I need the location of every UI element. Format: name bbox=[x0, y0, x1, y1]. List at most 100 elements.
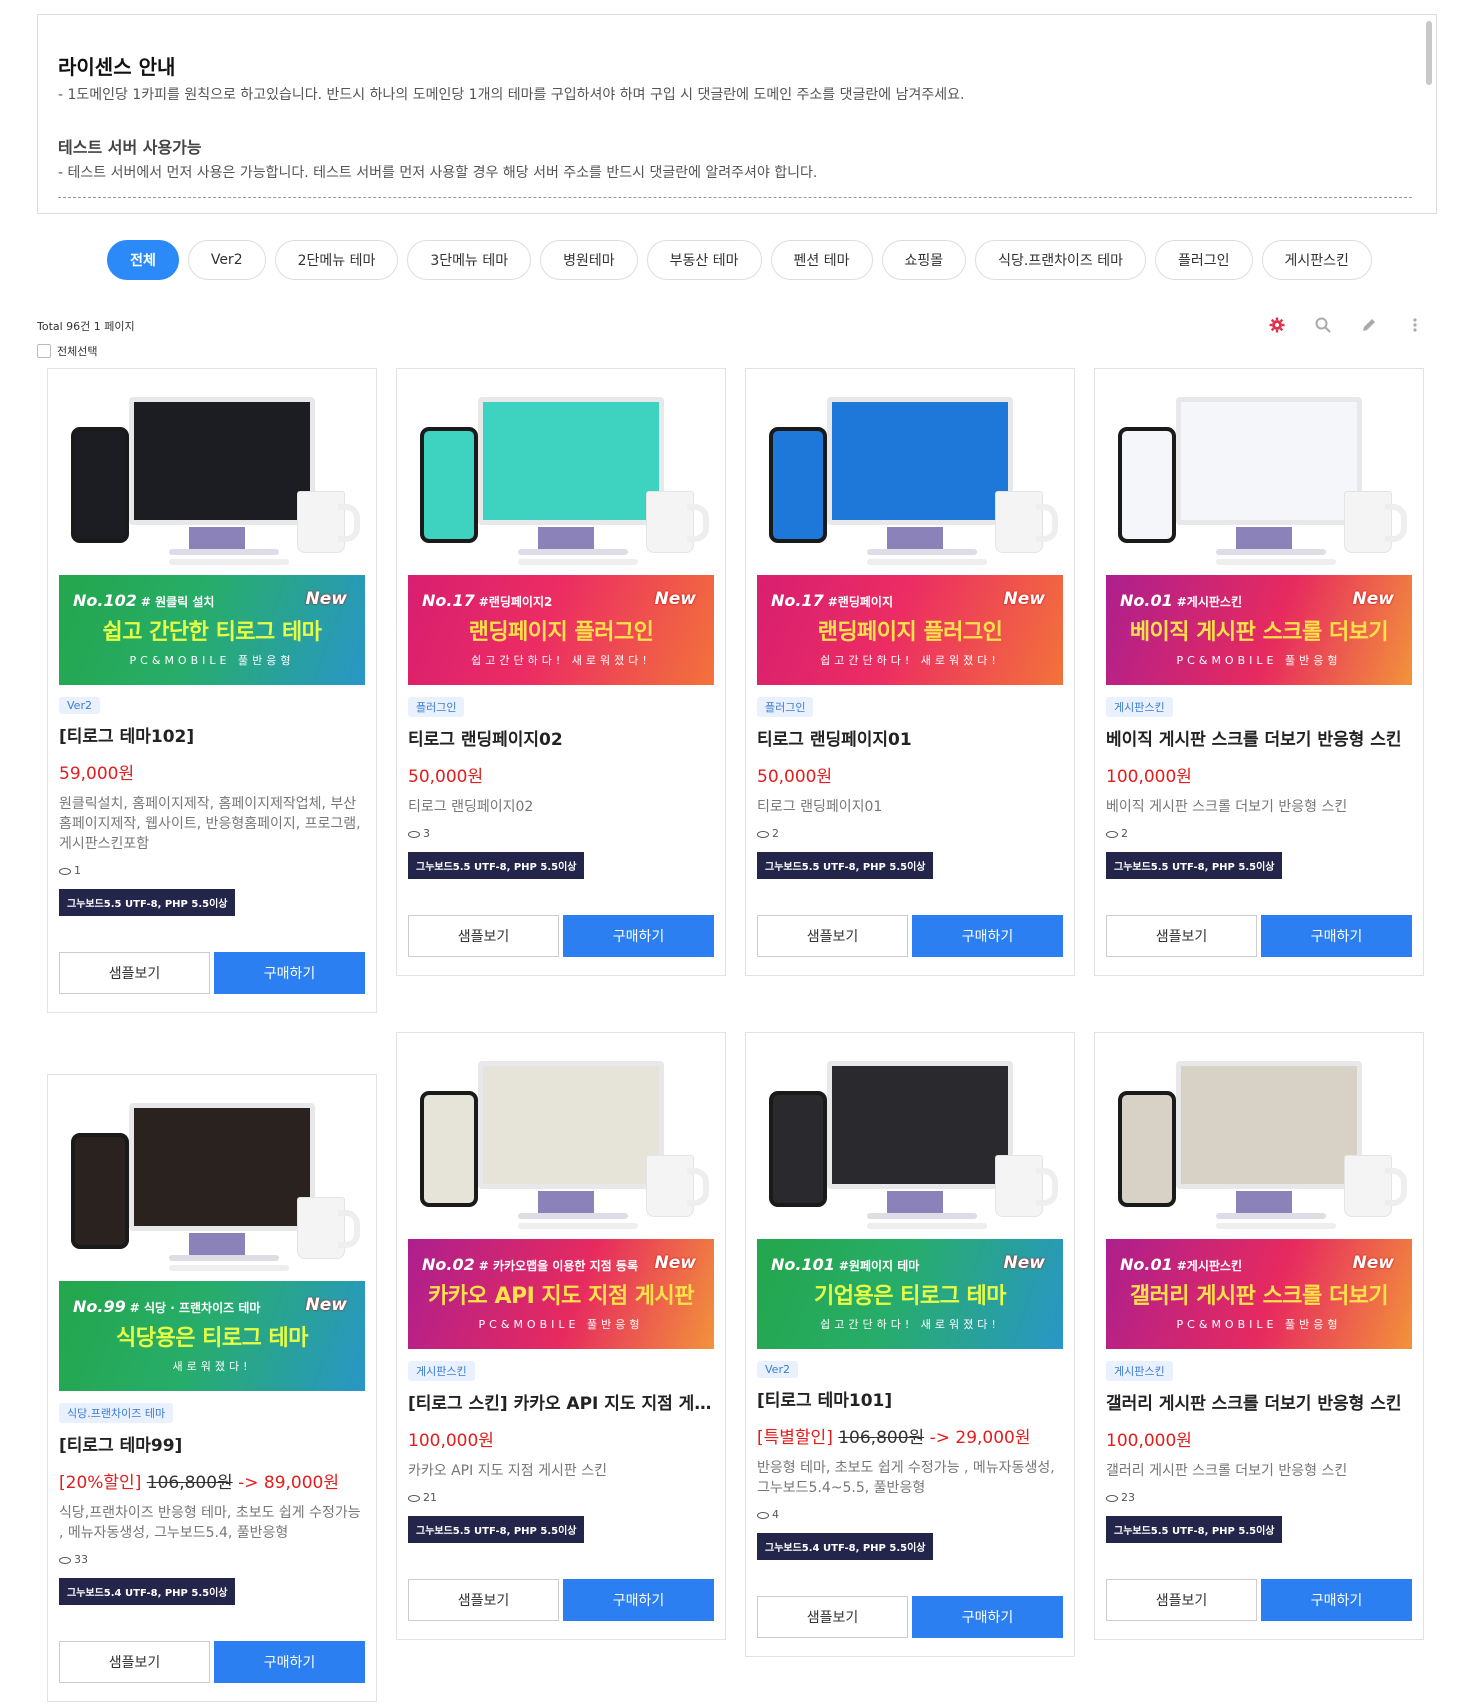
view-count: 2 bbox=[1106, 827, 1412, 840]
tab-restaurant[interactable]: 식당.프랜차이즈 테마 bbox=[975, 240, 1146, 280]
product-banner: No.101 #원페이지 테마 New 기업용은 티로그 테마 쉽고간단하다! 새… bbox=[757, 1239, 1063, 1349]
buy-button[interactable]: 구매하기 bbox=[912, 1596, 1063, 1638]
banner-subtitle: PC&MOBILE 풀반응형 bbox=[129, 654, 295, 667]
product-thumbnail[interactable]: No.01 #게시판스킨 New 갤러리 게시판 스크롤 더보기 PC&MOBIL… bbox=[1106, 1043, 1412, 1349]
monitor-screen bbox=[827, 397, 1013, 525]
buy-button[interactable]: 구매하기 bbox=[912, 915, 1063, 957]
sample-button[interactable]: 샘플보기 bbox=[1106, 915, 1257, 957]
product-thumbnail[interactable]: No.101 #원페이지 테마 New 기업용은 티로그 테마 쉽고간단하다! 새… bbox=[757, 1043, 1063, 1349]
test-server-text: - 테스트 서버에서 먼저 사용은 가능합니다. 테스트 서버를 먼저 사용할 … bbox=[58, 165, 818, 181]
product-title[interactable]: [티로그 테마102] bbox=[59, 722, 365, 747]
product-info: 플러그인 티로그 랜딩페이지02 50,000원 티로그 랜딩페이지02 3 그… bbox=[408, 685, 714, 975]
product-title[interactable]: 갤러리 게시판 스크롤 더보기 반응형 스킨 bbox=[1106, 1389, 1412, 1414]
banner-tag: # 카카오맵을 이용한 지점 등록 bbox=[478, 1259, 638, 1273]
product-title[interactable]: [티로그 스킨] 카카오 API 지도 지점 게시판 스킨 bbox=[408, 1389, 714, 1414]
sample-button[interactable]: 샘플보기 bbox=[1106, 1579, 1257, 1621]
product-title[interactable]: [티로그 테마101] bbox=[757, 1386, 1063, 1411]
sample-button[interactable]: 샘플보기 bbox=[757, 915, 908, 957]
sample-button[interactable]: 샘플보기 bbox=[59, 1641, 210, 1683]
card-actions: 샘플보기 구매하기 bbox=[59, 952, 365, 994]
product-thumbnail[interactable]: No.99 # 식당 · 프랜차이즈 테마 New 식당용은 티로그 테마 새로워… bbox=[59, 1085, 365, 1391]
device-mockup bbox=[408, 379, 714, 575]
product-thumbnail[interactable]: No.102 # 원클릭 설치 New 쉽고 간단한 티로그 테마 PC&MOBI… bbox=[59, 379, 365, 685]
product-card[interactable]: No.17 #랜딩페이지2 New 랜딩페이지 플러그인 쉽고간단하다! 새로워졌… bbox=[396, 368, 726, 976]
tab-plugin[interactable]: 플러그인 bbox=[1154, 240, 1253, 280]
product-card[interactable]: No.99 # 식당 · 프랜차이즈 테마 New 식당용은 티로그 테마 새로워… bbox=[47, 1074, 377, 1702]
eye-icon bbox=[757, 1511, 769, 1519]
product-price: 50,000원 bbox=[408, 767, 484, 787]
product-card[interactable]: No.101 #원페이지 테마 New 기업용은 티로그 테마 쉽고간단하다! 새… bbox=[745, 1032, 1075, 1657]
monitor-stand bbox=[1236, 527, 1292, 551]
sample-button[interactable]: 샘플보기 bbox=[757, 1596, 908, 1638]
tab-3depth-menu[interactable]: 3단메뉴 테마 bbox=[407, 240, 532, 280]
monitor-stand bbox=[189, 1233, 245, 1257]
monitor-base bbox=[1216, 1213, 1326, 1219]
banner-subtitle: 쉽고간단하다! 새로워졌다! bbox=[820, 654, 1000, 667]
monitor-base bbox=[867, 1213, 977, 1219]
eye-icon bbox=[757, 830, 769, 838]
monitor-base bbox=[867, 549, 977, 555]
product-card[interactable]: No.02 # 카카오맵을 이용한 지점 등록 New 카카오 API 지도 지점… bbox=[396, 1032, 726, 1640]
product-title[interactable]: 티로그 랜딩페이지02 bbox=[408, 725, 714, 750]
device-mockup bbox=[59, 379, 365, 575]
product-thumbnail[interactable]: No.17 #랜딩페이지2 New 랜딩페이지 플러그인 쉽고간단하다! 새로워졌… bbox=[408, 379, 714, 685]
tab-pension[interactable]: 펜션 테마 bbox=[770, 240, 873, 280]
product-description: 베이직 게시판 스크롤 더보기 반응형 스킨 bbox=[1106, 799, 1348, 815]
version-badge: 그누보드5.5 UTF-8, PHP 5.5이상 bbox=[408, 852, 585, 879]
mug bbox=[297, 1197, 360, 1259]
gear-icon[interactable] bbox=[1268, 316, 1286, 334]
eye-icon bbox=[408, 1494, 420, 1502]
banner-number: No.02 bbox=[422, 1255, 475, 1274]
product-title[interactable]: 티로그 랜딩페이지01 bbox=[757, 725, 1063, 750]
product-card[interactable]: No.102 # 원클릭 설치 New 쉽고 간단한 티로그 테마 PC&MOBI… bbox=[47, 368, 377, 1013]
tab-ver2[interactable]: Ver2 bbox=[187, 240, 266, 280]
banner-subtitle: 새로워졌다! bbox=[172, 1360, 252, 1373]
tab-shopping[interactable]: 쇼핑몰 bbox=[881, 240, 967, 280]
product-card[interactable]: No.01 #게시판스킨 New 베이직 게시판 스크롤 더보기 PC&MOBIL… bbox=[1094, 368, 1424, 976]
mug bbox=[646, 491, 709, 553]
sample-button[interactable]: 샘플보기 bbox=[408, 915, 559, 957]
tab-real-estate[interactable]: 부동산 테마 bbox=[646, 240, 762, 280]
buy-button[interactable]: 구매하기 bbox=[563, 915, 714, 957]
banner-number: No.17 bbox=[771, 591, 824, 610]
tab-2depth-menu[interactable]: 2단메뉴 테마 bbox=[274, 240, 399, 280]
search-icon[interactable] bbox=[1314, 316, 1332, 334]
product-thumbnail[interactable]: No.02 # 카카오맵을 이용한 지점 등록 New 카카오 API 지도 지점… bbox=[408, 1043, 714, 1349]
select-all-checkbox[interactable] bbox=[37, 344, 51, 358]
product-banner: No.99 # 식당 · 프랜차이즈 테마 New 식당용은 티로그 테마 새로워… bbox=[59, 1281, 365, 1391]
sample-button[interactable]: 샘플보기 bbox=[59, 952, 210, 994]
product-card[interactable]: No.17 #랜딩페이지 New 랜딩페이지 플러그인 쉽고간단하다! 새로워졌다… bbox=[745, 368, 1075, 976]
product-description: 반응형 테마, 초보도 쉽게 수정가능 , 메뉴자동생성, 그누보드5.4~5.… bbox=[757, 1460, 1055, 1496]
version-badge: 그누보드5.5 UTF-8, PHP 5.5이상 bbox=[1106, 852, 1283, 879]
tab-board-skin[interactable]: 게시판스킨 bbox=[1261, 240, 1372, 280]
view-count-value: 1 bbox=[74, 864, 81, 877]
select-all[interactable]: 전체선택 bbox=[37, 343, 97, 359]
product-thumbnail[interactable]: No.17 #랜딩페이지 New 랜딩페이지 플러그인 쉽고간단하다! 새로워졌다… bbox=[757, 379, 1063, 685]
sample-button[interactable]: 샘플보기 bbox=[408, 1579, 559, 1621]
pencil-icon[interactable] bbox=[1360, 316, 1378, 334]
tab-hospital[interactable]: 병원테마 bbox=[540, 240, 638, 280]
more-vertical-icon[interactable] bbox=[1406, 316, 1424, 334]
buy-button[interactable]: 구매하기 bbox=[1261, 1579, 1412, 1621]
buy-button[interactable]: 구매하기 bbox=[563, 1579, 714, 1621]
banner-subtitle: 쉽고간단하다! 새로워졌다! bbox=[820, 1318, 1000, 1331]
product-description: 갤러리 게시판 스크롤 더보기 반응형 스킨 bbox=[1106, 1463, 1348, 1479]
monitor-screen bbox=[1176, 397, 1362, 525]
view-count-value: 4 bbox=[772, 1508, 779, 1521]
buy-button[interactable]: 구매하기 bbox=[1261, 915, 1412, 957]
product-title[interactable]: 베이직 게시판 스크롤 더보기 반응형 스킨 bbox=[1106, 725, 1412, 750]
category-badge: 플러그인 bbox=[757, 697, 814, 717]
buy-button[interactable]: 구매하기 bbox=[214, 952, 365, 994]
banner-number: No.102 bbox=[73, 591, 137, 610]
product-title[interactable]: [티로그 테마99] bbox=[59, 1431, 365, 1456]
product-thumbnail[interactable]: No.01 #게시판스킨 New 베이직 게시판 스크롤 더보기 PC&MOBIL… bbox=[1106, 379, 1412, 685]
mug bbox=[297, 491, 360, 553]
banner-subtitle: PC&MOBILE 풀반응형 bbox=[478, 1318, 644, 1331]
license-scrollbar[interactable] bbox=[1426, 21, 1432, 85]
buy-button[interactable]: 구매하기 bbox=[214, 1641, 365, 1683]
mug bbox=[646, 1155, 709, 1217]
device-mockup bbox=[59, 1085, 365, 1281]
banner-title: 기업용은 티로그 테마 bbox=[814, 1284, 1006, 1309]
tab-all[interactable]: 전체 bbox=[107, 240, 179, 280]
product-card[interactable]: No.01 #게시판스킨 New 갤러리 게시판 스크롤 더보기 PC&MOBIL… bbox=[1094, 1032, 1424, 1640]
